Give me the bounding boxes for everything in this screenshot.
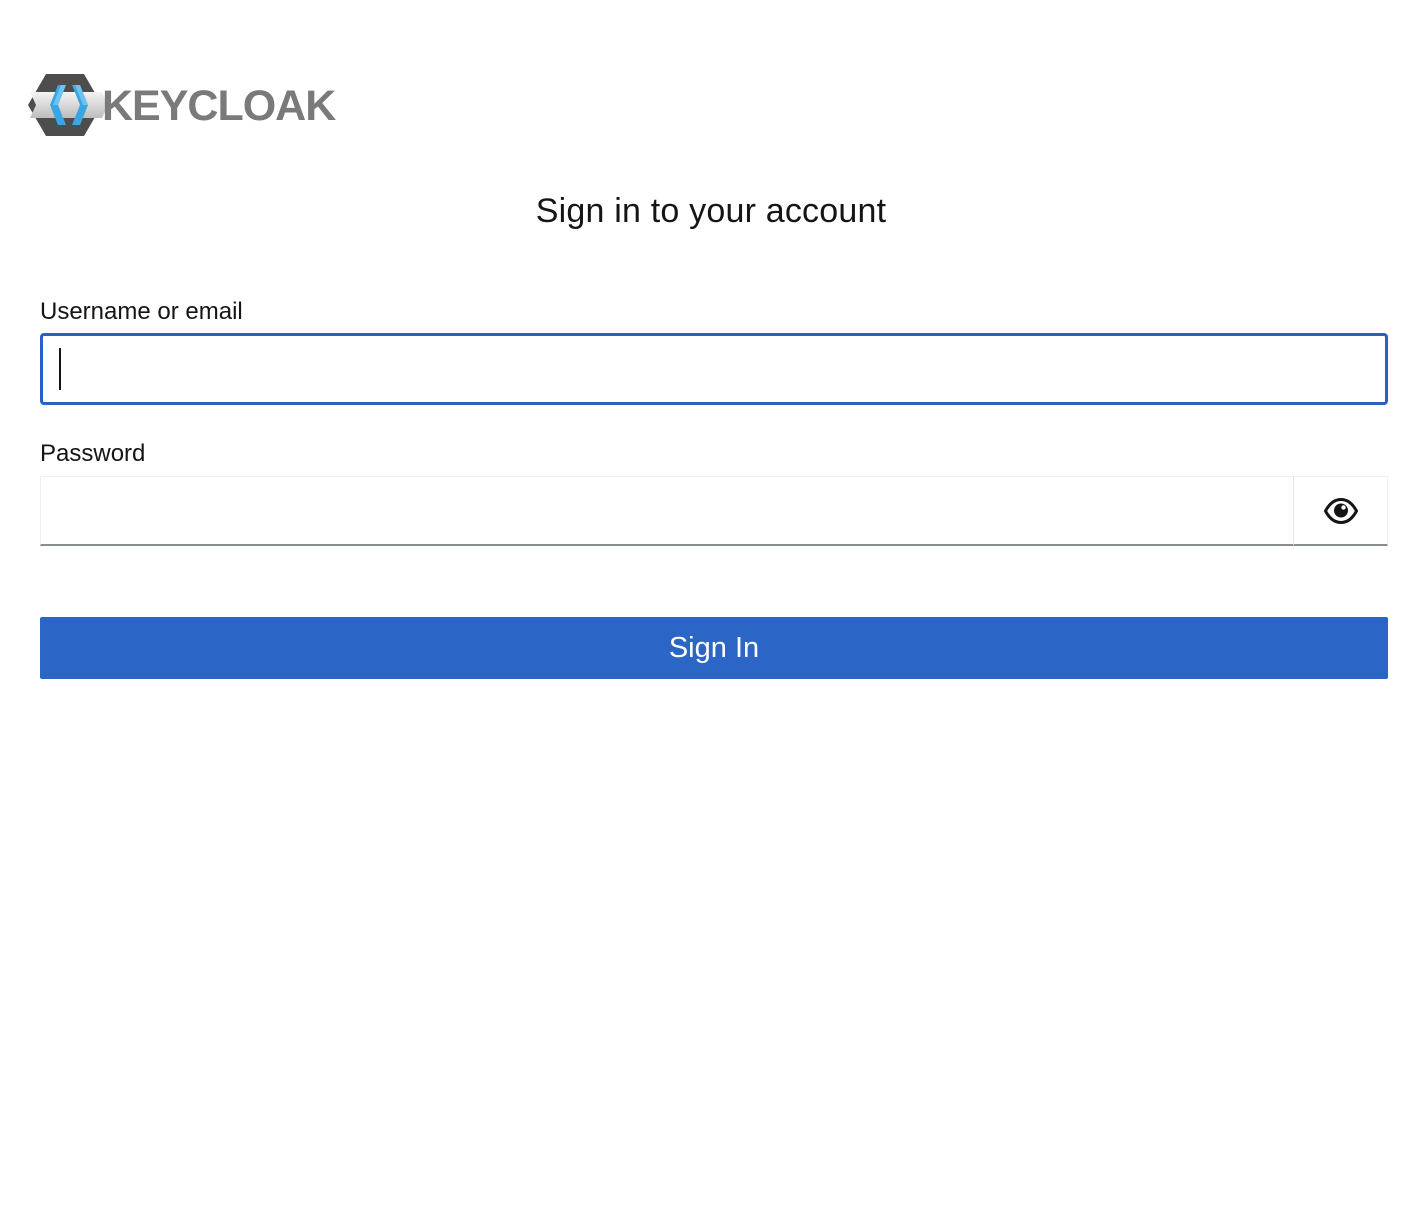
eye-icon (1323, 497, 1358, 524)
page-title: Sign in to your account (535, 192, 887, 230)
password-label: Password (40, 440, 146, 467)
sign-in-button[interactable]: Sign In (40, 617, 1388, 679)
password-input[interactable] (40, 476, 1293, 546)
show-password-button[interactable] (1293, 476, 1388, 546)
login-page: KEYCLOAK Sign in to your account Usernam… (0, 0, 1422, 1208)
keycloak-logo-icon: KEYCLOAK (28, 74, 337, 136)
username-label: Username or email (40, 298, 243, 325)
text-cursor (59, 348, 61, 390)
password-field-group (40, 476, 1388, 546)
username-input[interactable] (40, 333, 1388, 405)
logo-text: KEYCLOAK (102, 82, 336, 130)
keycloak-logo: KEYCLOAK (28, 72, 338, 140)
